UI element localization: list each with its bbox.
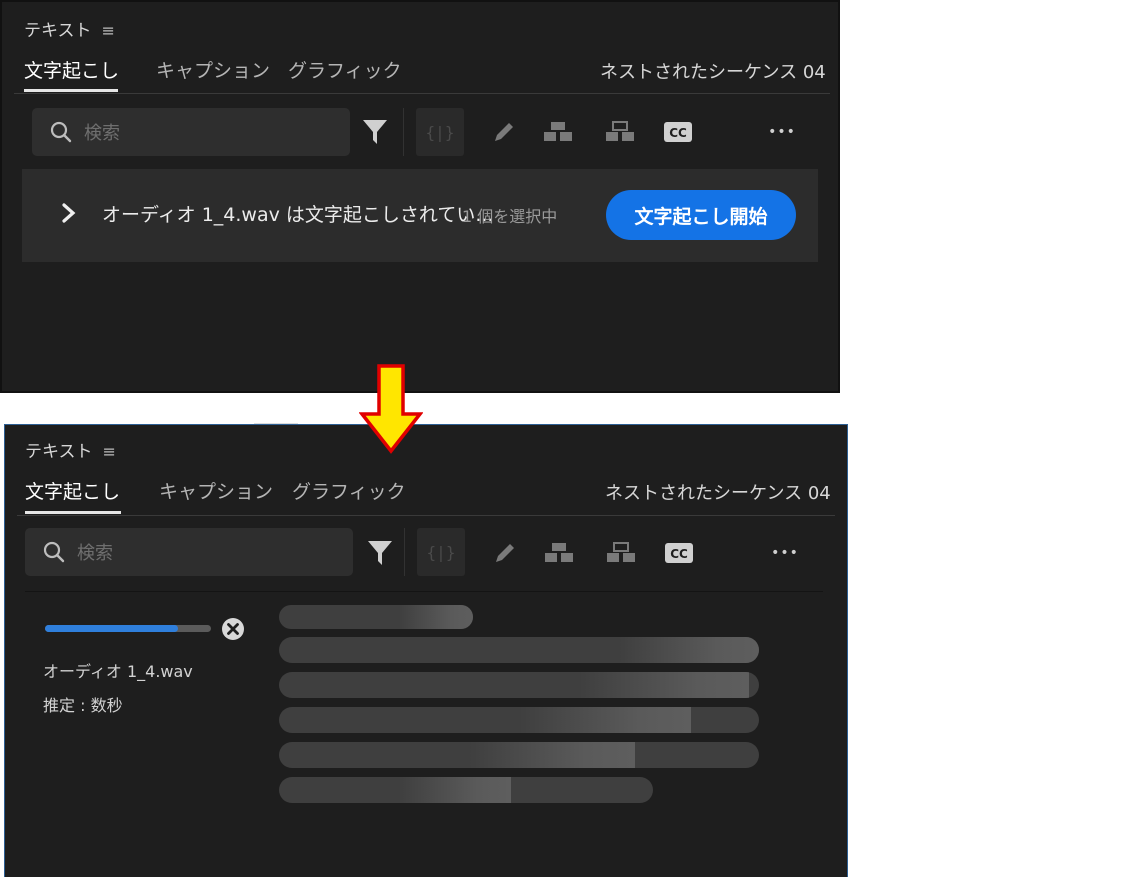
sequence-name: ネストされたシーケンス 04 (605, 483, 831, 504)
search-icon (50, 121, 72, 143)
progress-estimate: 推定 : 数秒 (43, 696, 123, 715)
panel-title: テキスト (24, 21, 92, 41)
tab-captions[interactable]: キャプション (159, 477, 273, 504)
panel-header: テキスト ≡ (24, 16, 115, 41)
banner-message: オーディオ 1_4.wav は文字起こしされてい... (102, 204, 494, 226)
split-icon[interactable]: {|} (417, 528, 465, 576)
active-tab-underline (25, 511, 121, 514)
transcribe-banner: オーディオ 1_4.wav は文字起こしされてい... 1 個を選択中 文字起こ… (22, 169, 818, 262)
tab-divider (17, 515, 835, 516)
panel-header: テキスト ≡ (25, 437, 116, 462)
split-icon[interactable]: {|} (416, 108, 464, 156)
skeleton-line (279, 605, 473, 629)
merge-icon[interactable] (540, 118, 576, 146)
tab-divider (14, 93, 830, 94)
search-input[interactable]: 検索 (25, 528, 353, 576)
text-panel-after: テキスト ≡ 文字起こし キャプション グラフィック ネストされたシーケンス 04… (4, 424, 848, 877)
svg-text:{|}: {|} (427, 543, 456, 562)
text-panel-before: テキスト ≡ 文字起こし キャプション グラフィック ネストされたシーケンス 04… (0, 0, 840, 393)
skeleton-line (279, 672, 759, 698)
more-icon[interactable]: ••• (767, 539, 803, 567)
merge-icon[interactable] (541, 539, 577, 567)
tab-transcript[interactable]: 文字起こし (25, 477, 120, 504)
cc-label: CC (669, 126, 687, 140)
filter-icon[interactable] (358, 114, 392, 150)
search-input[interactable]: 検索 (32, 108, 350, 156)
tab-captions[interactable]: キャプション (156, 56, 270, 83)
start-transcription-button[interactable]: 文字起こし開始 (606, 190, 796, 240)
tab-graphics[interactable]: グラフィック (288, 56, 402, 83)
panel-menu-icon[interactable]: ≡ (102, 21, 115, 40)
pencil-icon[interactable] (490, 118, 518, 146)
more-icon[interactable]: ••• (764, 118, 800, 146)
selection-count: 1 個を選択中 (462, 207, 558, 226)
toolbar-separator (404, 528, 405, 576)
skeleton-line (279, 742, 759, 768)
cc-icon[interactable]: CC (663, 541, 695, 565)
panel-title: テキスト (25, 442, 93, 462)
progress-fill (45, 625, 178, 632)
skeleton-line (279, 777, 653, 803)
pencil-icon[interactable] (491, 539, 519, 567)
tab-transcript[interactable]: 文字起こし (24, 56, 119, 83)
split-clip-icon[interactable] (603, 539, 639, 567)
cc-label: CC (670, 547, 688, 561)
progress-file-name: オーディオ 1_4.wav (43, 662, 193, 681)
split-clip-icon[interactable] (602, 118, 638, 146)
svg-text:{|}: {|} (426, 123, 455, 142)
chevron-right-icon[interactable] (60, 199, 78, 227)
tab-graphics[interactable]: グラフィック (292, 477, 406, 504)
down-arrow-icon (359, 364, 423, 454)
filter-icon[interactable] (363, 535, 397, 571)
comparison-stage: テキスト ≡ 文字起こし キャプション グラフィック ネストされたシーケンス 04… (0, 0, 1141, 877)
sequence-name: ネストされたシーケンス 04 (600, 62, 826, 83)
active-tab-underline (24, 89, 118, 92)
cc-icon[interactable]: CC (662, 120, 694, 144)
skeleton-line (279, 707, 759, 733)
search-placeholder: 検索 (84, 123, 120, 144)
toolbar-separator (403, 108, 404, 156)
close-icon[interactable] (221, 617, 245, 641)
search-icon (43, 541, 65, 563)
skeleton-line (279, 637, 759, 663)
content-divider (25, 591, 823, 592)
search-placeholder: 検索 (77, 543, 113, 564)
panel-menu-icon[interactable]: ≡ (103, 442, 116, 461)
transcription-progress-bar (45, 625, 211, 632)
